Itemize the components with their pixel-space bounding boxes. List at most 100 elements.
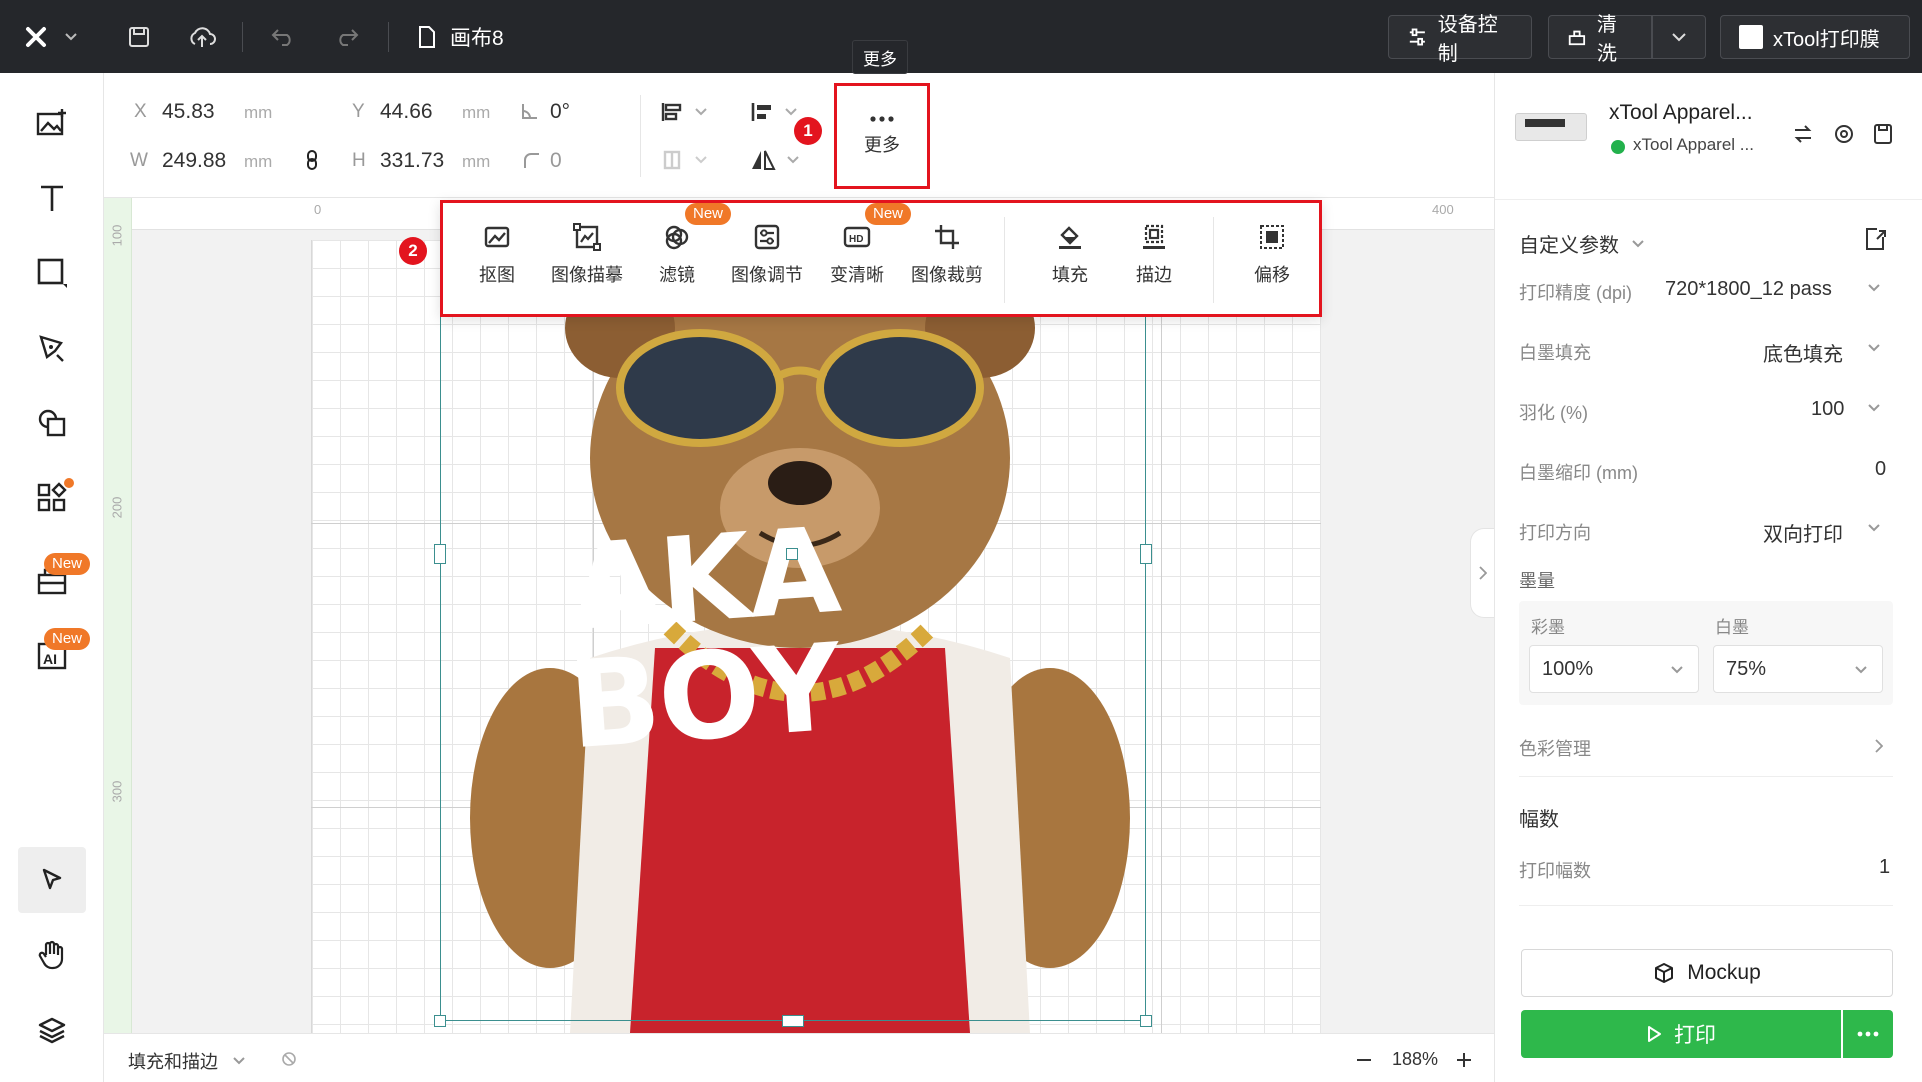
device-thumbnail — [1515, 105, 1587, 149]
step-badge-1: 1 — [794, 117, 822, 145]
distribute-icon — [663, 150, 681, 170]
cloud-upload-icon[interactable] — [186, 22, 218, 52]
dpi-select[interactable]: 720*1800_12 pass — [1665, 278, 1832, 301]
corner-radius-field[interactable]: 0 — [550, 149, 562, 173]
elements-tool[interactable] — [28, 399, 76, 447]
cutout-icon — [484, 226, 510, 248]
copies-section-title: 幅数 — [1519, 809, 1559, 831]
layers-tool[interactable] — [28, 1006, 76, 1054]
svg-text:AI: AI — [43, 651, 57, 667]
app-logo-menu[interactable] — [22, 22, 82, 52]
enhance-clarity-tool[interactable]: HD 变清晰 — [812, 223, 902, 287]
color-ink-label: 彩墨 — [1531, 618, 1565, 637]
chevron-down-icon — [233, 1057, 245, 1065]
fill-icon — [1059, 226, 1081, 249]
resize-handle-bottom[interactable] — [782, 1015, 804, 1027]
cutout-tool[interactable]: 抠图 — [452, 223, 542, 287]
canvas-area[interactable]: 0 400 100 200 300 AKA BOY — [104, 198, 1494, 1033]
collapse-panel-tab[interactable] — [1470, 528, 1494, 618]
chevron-down-icon — [695, 156, 707, 164]
add-image-icon — [36, 109, 66, 136]
white-fill-select[interactable]: 底色填充 — [1763, 338, 1843, 367]
color-ink-select[interactable]: 100% — [1529, 645, 1699, 693]
more-dots-icon — [1857, 1031, 1879, 1037]
flip-dropdown[interactable] — [750, 145, 810, 175]
save-icon[interactable] — [124, 22, 154, 52]
pen-icon — [39, 335, 64, 362]
white-fill-label: 白墨填充 — [1519, 343, 1591, 363]
fill-tool[interactable]: 填充 — [1025, 223, 1115, 287]
device-control-button[interactable]: 设备控制 — [1388, 14, 1532, 65]
image-adjust-tool[interactable]: 图像调节 — [722, 223, 812, 287]
x-label: X — [134, 101, 147, 122]
align-dropdown[interactable] — [660, 97, 720, 127]
play-icon — [1648, 1026, 1661, 1042]
white-shrink-field[interactable]: 0 — [1875, 458, 1886, 481]
width-field[interactable]: 249.88 — [162, 149, 226, 173]
export-params-icon[interactable] — [1863, 227, 1887, 251]
clean-dropdown[interactable] — [1652, 15, 1706, 59]
save-settings-icon[interactable] — [1873, 123, 1893, 145]
chevron-right-icon — [1875, 739, 1883, 753]
print-more-button[interactable] — [1843, 1010, 1893, 1058]
status-dot — [1611, 140, 1625, 154]
offset-tool[interactable]: 偏移 — [1227, 223, 1317, 287]
lock-ratio-icon[interactable] — [304, 149, 320, 171]
undo-icon[interactable] — [268, 22, 298, 52]
color-management-row[interactable]: 色彩管理 — [1519, 729, 1893, 777]
properties-bar: X 45.83 mm Y 44.66 mm 0° W 249.88 mm H 3… — [104, 73, 1494, 198]
zoom-out-icon[interactable] — [1354, 1050, 1374, 1070]
offset-icon — [1260, 225, 1284, 249]
device-status: xTool Apparel ... — [1633, 135, 1754, 154]
new-badge: New — [44, 553, 91, 575]
redo-icon[interactable] — [332, 22, 362, 52]
corner-radius-icon — [524, 153, 539, 168]
clean-button[interactable]: 清洗 — [1548, 14, 1652, 65]
cube-icon — [1655, 963, 1674, 983]
white-ink-select[interactable]: 75% — [1713, 645, 1883, 693]
chevron-down-icon — [1868, 404, 1880, 412]
feather-select[interactable]: 100 — [1811, 398, 1844, 421]
text-tool[interactable] — [28, 174, 76, 222]
print-film-selector[interactable]: xTool打印膜 — [1720, 15, 1910, 59]
more-button[interactable]: 更多 — [834, 83, 930, 189]
hand-icon — [38, 940, 64, 970]
custom-params-dropdown[interactable]: 自定义参数 — [1519, 229, 1645, 258]
device-settings-icon[interactable] — [1833, 123, 1855, 145]
height-field[interactable]: 331.73 — [380, 149, 444, 173]
select-tool[interactable] — [18, 847, 86, 913]
resize-handle-left[interactable] — [434, 544, 446, 564]
resize-handle-right[interactable] — [1140, 544, 1152, 564]
device-name[interactable]: xTool Apparel... — [1609, 101, 1753, 125]
sliders-icon — [1409, 28, 1425, 46]
apps-tool[interactable] — [28, 474, 76, 522]
print-button[interactable]: 打印 — [1521, 1010, 1841, 1058]
document-name[interactable]: 画布8 — [450, 22, 504, 52]
chevron-right-icon — [1478, 566, 1487, 580]
view-mode-dropdown[interactable]: 填充和描边 — [128, 1048, 246, 1074]
x-field[interactable]: 45.83 — [162, 100, 215, 124]
copies-field[interactable]: 1 — [1879, 856, 1890, 879]
ink-label: 墨量 — [1519, 571, 1555, 591]
distribute-dropdown[interactable] — [660, 145, 720, 175]
add-image-tool[interactable] — [28, 99, 76, 147]
direction-select[interactable]: 双向打印 — [1763, 518, 1843, 547]
filter-tool[interactable]: 滤镜 — [632, 223, 722, 287]
center-handle[interactable] — [786, 548, 798, 560]
chevron-down-icon — [1868, 344, 1880, 352]
disabled-icon[interactable] — [280, 1050, 298, 1068]
image-trace-tool[interactable]: 图像描摹 — [542, 223, 632, 287]
hand-tool[interactable] — [28, 931, 76, 979]
shape-tool[interactable] — [28, 249, 76, 297]
resize-handle-bottom-left[interactable] — [434, 1015, 446, 1027]
stroke-tool[interactable]: 描边 — [1109, 223, 1199, 287]
resize-handle-bottom-right[interactable] — [1140, 1015, 1152, 1027]
zoom-level[interactable]: 188% — [1392, 1049, 1438, 1070]
switch-device-icon[interactable] — [1793, 125, 1813, 143]
y-field[interactable]: 44.66 — [380, 100, 433, 124]
zoom-in-icon[interactable] — [1454, 1050, 1474, 1070]
mockup-button[interactable]: Mockup — [1521, 949, 1893, 997]
pen-tool[interactable] — [28, 324, 76, 372]
image-crop-tool[interactable]: 图像裁剪 — [902, 223, 992, 287]
angle-field[interactable]: 0° — [550, 100, 570, 124]
